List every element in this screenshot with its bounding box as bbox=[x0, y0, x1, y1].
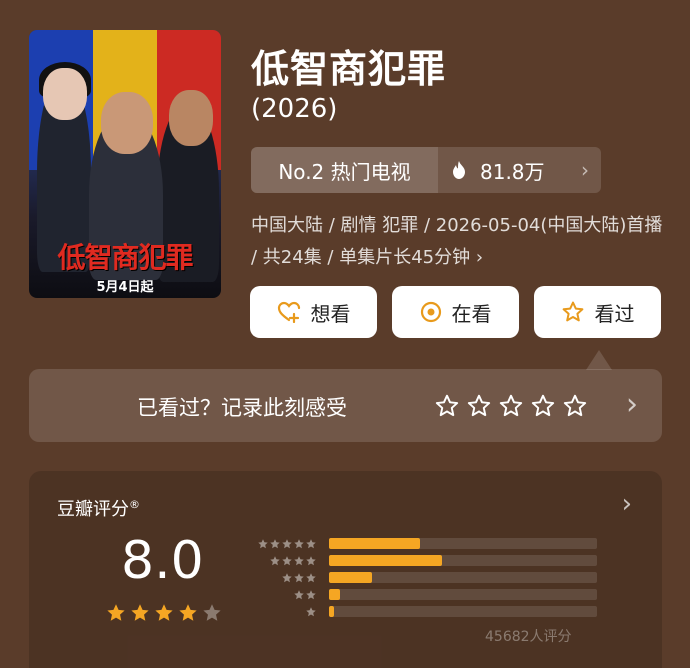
distribution-bar-track bbox=[329, 589, 597, 600]
star-small-icon bbox=[306, 572, 316, 582]
distribution-bar-fill bbox=[329, 555, 442, 566]
show-year: (2026) bbox=[251, 94, 338, 124]
poster-figure-center-face bbox=[101, 92, 153, 154]
watching-label: 在看 bbox=[451, 301, 492, 326]
star-outline-icon[interactable] bbox=[434, 393, 460, 419]
rating-score: 8.0 bbox=[121, 531, 204, 591]
distribution-row bbox=[241, 569, 597, 586]
show-title: 低智商犯罪 bbox=[251, 47, 447, 91]
star-small-icon bbox=[294, 555, 304, 565]
watching-button[interactable]: 在看 bbox=[392, 286, 519, 338]
poster-figure-left-face bbox=[43, 68, 87, 120]
poster-date: 5月4日起 bbox=[96, 280, 154, 295]
heat-section: 81.8万 › bbox=[438, 156, 601, 185]
star-small-icon bbox=[306, 606, 316, 616]
star-filled-icon bbox=[107, 604, 125, 621]
distribution-row bbox=[241, 586, 597, 603]
rating-distribution bbox=[241, 535, 597, 620]
star-small-icon bbox=[282, 538, 292, 548]
distribution-row bbox=[241, 603, 597, 620]
star-small-icon bbox=[306, 538, 316, 548]
star-small-icon bbox=[294, 589, 304, 599]
distribution-bar-track bbox=[329, 555, 597, 566]
rating-stars bbox=[105, 602, 223, 624]
poster-figure-right-face bbox=[169, 90, 213, 146]
star-filled-icon bbox=[155, 604, 173, 621]
star-outline-icon[interactable] bbox=[530, 393, 556, 419]
poster-image[interactable]: 低智商犯罪 5月4日起 bbox=[29, 30, 221, 298]
registered-mark: ® bbox=[129, 498, 140, 511]
star-small-icon bbox=[294, 538, 304, 548]
distribution-stars bbox=[241, 555, 317, 567]
star-filled-icon bbox=[179, 604, 197, 621]
star-small-icon bbox=[258, 538, 268, 548]
star-outline-icon[interactable] bbox=[562, 393, 588, 419]
distribution-row bbox=[241, 535, 597, 552]
star-empty-icon bbox=[203, 604, 221, 621]
star-outline-icon bbox=[562, 301, 583, 322]
rating-card[interactable]: 豆瓣评分® › 8.0 45682人评分 bbox=[29, 471, 662, 668]
poster-title: 低智商犯罪 bbox=[57, 241, 193, 274]
rating-label: 豆瓣评分® bbox=[57, 495, 140, 521]
distribution-stars bbox=[241, 589, 317, 601]
chevron-right-icon[interactable]: › bbox=[622, 489, 632, 519]
chevron-right-icon: › bbox=[581, 158, 589, 182]
star-small-icon bbox=[282, 555, 292, 565]
star-small-icon bbox=[306, 589, 316, 599]
distribution-bar-fill bbox=[329, 606, 335, 617]
watched-label: 看过 bbox=[594, 301, 635, 326]
distribution-stars bbox=[241, 538, 317, 550]
record-prompt: 已看过？记录此刻感受 bbox=[137, 396, 347, 420]
distribution-bar-track bbox=[329, 606, 597, 617]
flame-icon bbox=[453, 161, 465, 179]
star-small-icon bbox=[282, 572, 292, 582]
distribution-bar-track bbox=[329, 538, 597, 549]
rank-bar[interactable]: No.2 热门电视 81.8万 › bbox=[251, 147, 601, 193]
rating-label-text: 豆瓣评分 bbox=[57, 499, 129, 520]
rate-stars[interactable] bbox=[434, 393, 588, 419]
star-filled-icon bbox=[131, 604, 149, 621]
distribution-bar-fill bbox=[329, 538, 421, 549]
distribution-bar-track bbox=[329, 572, 597, 583]
target-icon bbox=[420, 301, 441, 323]
distribution-row bbox=[241, 552, 597, 569]
star-small-icon bbox=[306, 555, 316, 565]
distribution-bar-fill bbox=[329, 572, 372, 583]
star-outline-icon[interactable] bbox=[498, 393, 524, 419]
distribution-stars bbox=[241, 572, 317, 584]
rater-count[interactable]: 45682人评分 bbox=[485, 626, 572, 646]
star-small-icon bbox=[270, 538, 280, 548]
tooltip-pointer bbox=[586, 350, 612, 370]
rank-label: No.2 热门电视 bbox=[251, 147, 438, 193]
record-feeling-bar[interactable]: 已看过？记录此刻感受 › bbox=[29, 369, 662, 442]
want-to-watch-button[interactable]: 想看 bbox=[250, 286, 377, 338]
star-outline-icon[interactable] bbox=[466, 393, 492, 419]
watched-button[interactable]: 看过 bbox=[534, 286, 661, 338]
distribution-bar-fill bbox=[329, 589, 340, 600]
chevron-right-icon[interactable]: › bbox=[626, 387, 638, 422]
distribution-stars bbox=[241, 606, 317, 618]
heart-plus-icon bbox=[277, 301, 300, 323]
star-small-icon bbox=[294, 572, 304, 582]
show-meta[interactable]: 中国大陆 / 剧情 犯罪 / 2026-05-04(中国大陆)首播 / 共24集… bbox=[251, 210, 671, 274]
heat-value: 81.8万 bbox=[480, 159, 545, 184]
want-to-watch-label: 想看 bbox=[310, 301, 351, 326]
star-small-icon bbox=[270, 555, 280, 565]
